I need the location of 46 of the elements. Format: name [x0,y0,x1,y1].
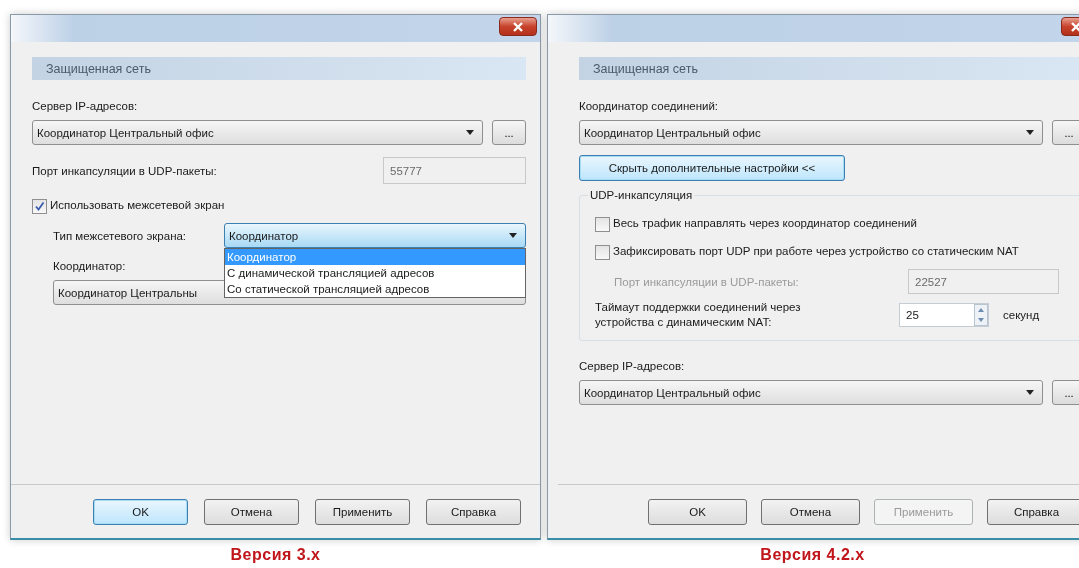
field-label: Сервер IP-адресов: [32,100,138,114]
dialog-button[interactable]: Отмена [761,499,860,525]
browse-button[interactable]: ... [1052,380,1079,405]
checkbox[interactable] [32,199,47,214]
dropdown[interactable]: Координатор Центральный офис [579,380,1043,405]
dialog-button[interactable]: Применить [315,499,410,525]
unit-label: секунд [1003,309,1040,321]
checkbox-label: Использовать межсетевой экран [50,198,225,213]
browse-button[interactable]: ... [492,120,526,145]
toggle-settings-button[interactable]: Скрыть дополнительные настройки << [579,155,845,181]
section-header: Защищенная сеть [579,57,1079,80]
version-caption: Версия 3.x [230,546,321,564]
dropdown[interactable]: Координатор Центральный офис [32,120,483,145]
dialog-button[interactable]: Отмена [204,499,299,525]
field-label: Сервер IP-адресов: [579,360,685,374]
caret-icon [466,130,474,135]
dropdown[interactable]: Координатор [224,223,526,248]
field-label: Координатор: [53,260,126,274]
checkbox-label: Зафиксировать порт UDP при работе через устройство со статическим NAT [613,244,1020,259]
browse-button[interactable]: ... [1052,120,1079,145]
group-title: UDP-инкапсуляция [588,189,695,201]
close-icon [1070,21,1079,32]
checkbox-label: Весь трафик направлять через координатор соединений [613,216,918,231]
dialog-button[interactable]: OK [93,499,188,525]
field-label: Координатор соединений: [579,100,719,114]
field-label: Тип межсетевого экрана: [53,229,188,242]
spin-arrows-icon[interactable] [974,304,988,326]
dialog-button[interactable]: Справка [426,499,521,525]
caret-icon [509,233,517,238]
dialog-button[interactable]: OK [648,499,747,525]
section-header: Защищенная сеть [32,57,526,80]
field-label: Порт инкапсуляции в UDP-пакеты: [614,275,799,288]
close-button[interactable] [499,17,537,36]
dropdown-option[interactable]: Со статической трансляцией адресов [225,281,525,297]
field-label: Порт инкапсуляции в UDP-пакеты: [32,164,217,177]
caret-icon [1026,130,1034,135]
checkbox[interactable] [595,217,610,232]
dropdown-option[interactable]: С динамической трансляцией адресов [225,265,525,281]
close-icon [512,21,524,32]
dialog-button[interactable]: Справка [987,499,1079,525]
spin-field[interactable]: 25 [899,303,989,327]
field-label: Таймаут поддержки соединений через устройства с динамическим NAT: [595,300,802,330]
version-caption: Версия 4.2.x [760,546,865,564]
dropdown[interactable]: Координатор Центральный офис [579,120,1043,145]
checkbox[interactable] [595,245,610,260]
caret-icon [1026,390,1034,395]
